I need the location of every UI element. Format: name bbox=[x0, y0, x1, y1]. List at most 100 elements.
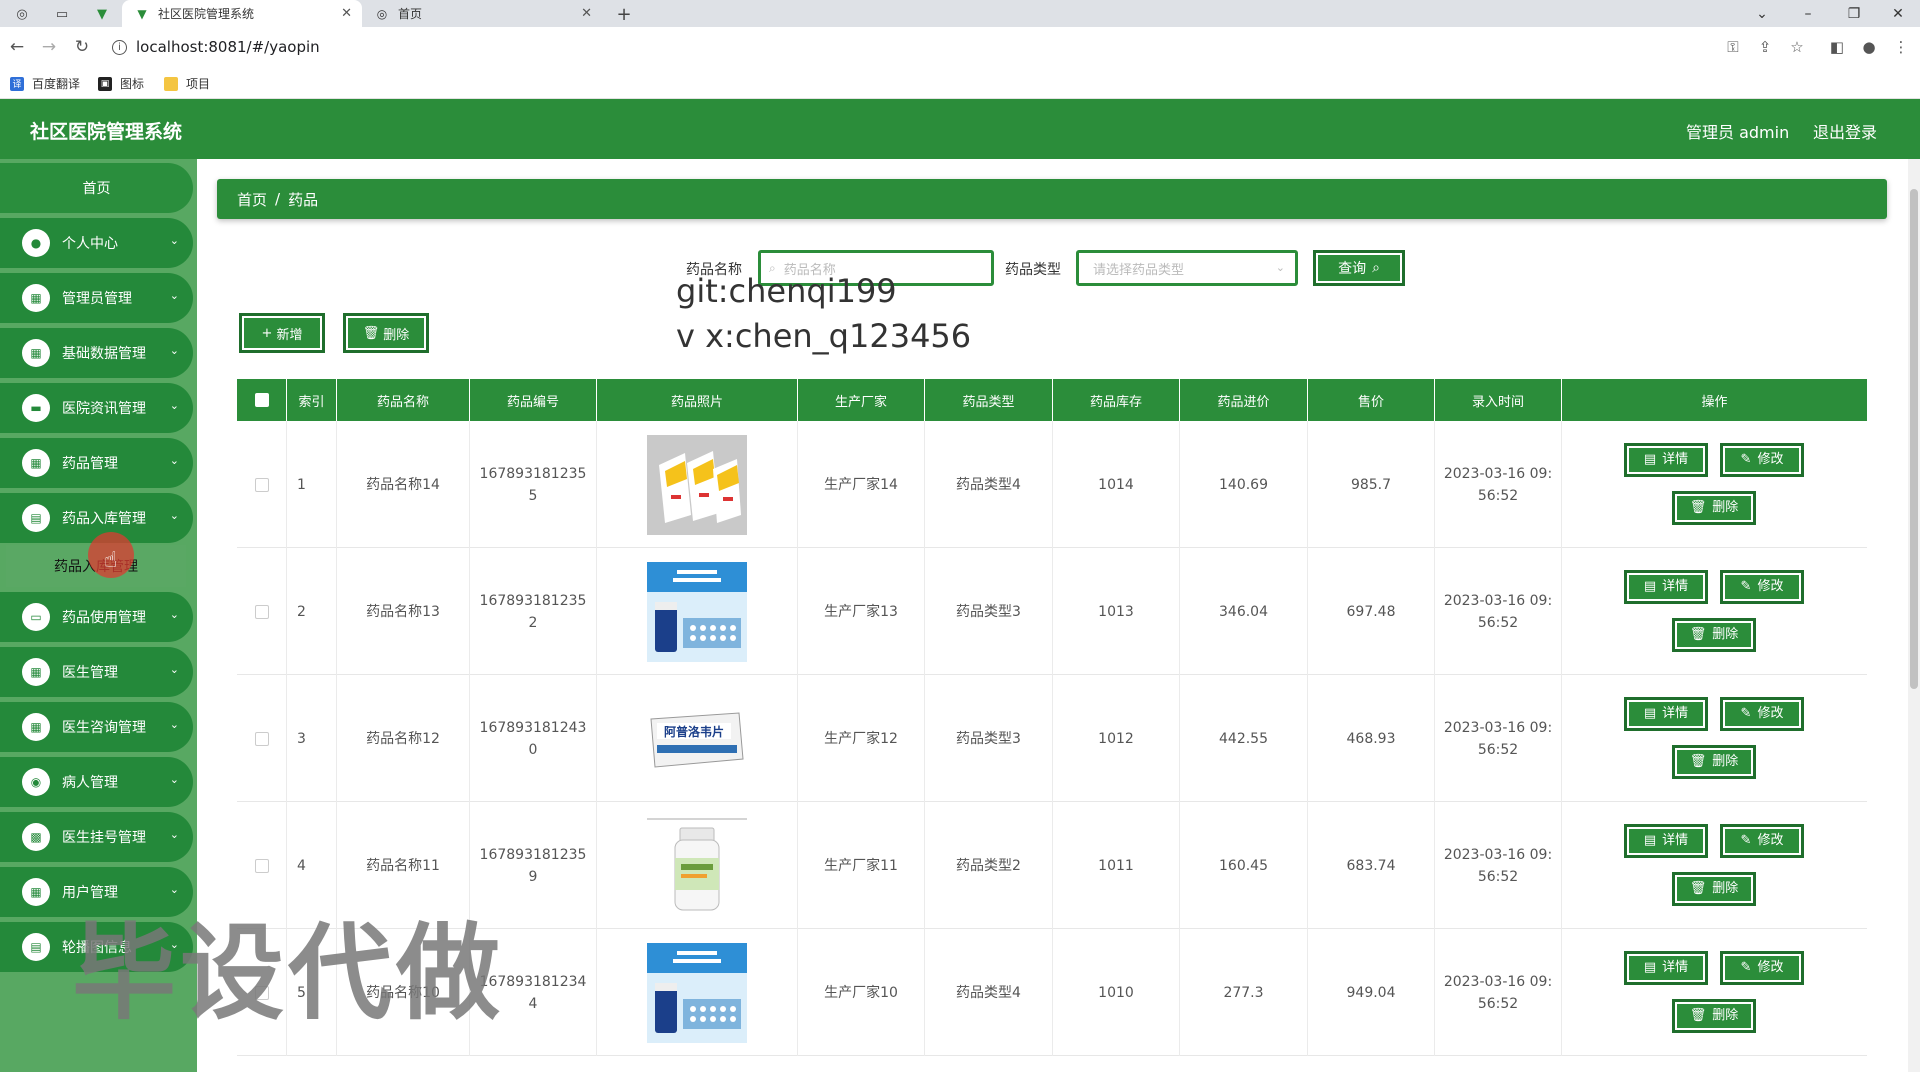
document-icon: ▤ bbox=[1643, 960, 1657, 975]
share-icon[interactable]: ⇪ bbox=[1754, 36, 1776, 58]
sidebar-item-personal[interactable]: ● 个人中心 ⌄ bbox=[0, 218, 193, 268]
watermark-wechat: v x:chen_q123456 bbox=[676, 317, 972, 355]
detail-button[interactable]: ▤ 详情 bbox=[1624, 697, 1708, 731]
cell-maker: 生产厂家10 bbox=[798, 929, 925, 1056]
chevron-down-icon: ⌄ bbox=[169, 718, 179, 731]
sidebar-item-home[interactable]: 首页 bbox=[0, 163, 193, 213]
row-checkbox[interactable] bbox=[254, 858, 269, 873]
detail-button[interactable]: ▤ 详情 bbox=[1624, 570, 1708, 604]
bookmarks-bar: 译 百度翻译 ▣ 图标 项目 bbox=[0, 67, 1920, 99]
app-title: 社区医院管理系统 bbox=[30, 121, 183, 143]
edit-button[interactable]: ✎ 修改 bbox=[1720, 570, 1804, 604]
breadcrumb-home[interactable]: 首页 bbox=[237, 189, 267, 210]
logout-link[interactable]: 退出登录 bbox=[1813, 119, 1877, 143]
pencil-icon: ✎ bbox=[1740, 579, 1752, 594]
minimize-icon[interactable]: – bbox=[1786, 0, 1830, 27]
cell-maker: 生产厂家13 bbox=[798, 548, 925, 675]
cell-index: 1 bbox=[287, 421, 337, 548]
code-line: 167893181243 bbox=[479, 719, 587, 736]
sidebar-item-consult[interactable]: ▦ 医生咨询管理 ⌄ bbox=[0, 702, 193, 752]
sidebar-item-news[interactable]: ▬ 医院资讯管理 ⌄ bbox=[0, 383, 193, 433]
time-line: 2023-03-16 09: bbox=[1443, 846, 1553, 863]
cell-price: 468.93 bbox=[1308, 675, 1435, 802]
cell-price: 683.74 bbox=[1308, 802, 1435, 929]
cell-operations: ▤ 详情 ✎ 修改 🗑 删除 bbox=[1562, 675, 1867, 802]
scrollbar[interactable] bbox=[1908, 159, 1920, 1072]
sidebar-item-drugs[interactable]: ▦ 药品管理 ⌄ bbox=[0, 438, 193, 488]
row-checkbox[interactable] bbox=[254, 477, 269, 492]
row-checkbox-cell bbox=[237, 548, 287, 675]
drug-photo[interactable] bbox=[647, 942, 747, 1043]
add-button[interactable]: + 新增 bbox=[239, 313, 325, 353]
delete-button[interactable]: 🗑 删除 bbox=[1672, 999, 1756, 1033]
delete-button[interactable]: 🗑 删除 bbox=[1672, 745, 1756, 779]
cell-photo bbox=[597, 421, 798, 548]
sidebar-item-admin[interactable]: ▦ 管理员管理 ⌄ bbox=[0, 273, 193, 323]
key-icon[interactable]: ⚿ bbox=[1722, 36, 1744, 58]
detail-button[interactable]: ▤ 详情 bbox=[1624, 443, 1708, 477]
cell-photo: 阿普洛韦片 bbox=[597, 675, 798, 802]
button-label: 删除 bbox=[383, 327, 410, 343]
document-icon: ▤ bbox=[1643, 452, 1657, 467]
reload-icon[interactable]: ↻ bbox=[71, 36, 93, 58]
blank-tab-icon[interactable]: ▭ bbox=[52, 4, 72, 24]
time-line: 56:52 bbox=[1477, 741, 1519, 758]
edit-button[interactable]: ✎ 修改 bbox=[1720, 951, 1804, 985]
tab-home[interactable]: ◎ 首页 ✕ bbox=[362, 0, 602, 27]
column-header: 药品编号 bbox=[470, 379, 597, 421]
close-icon[interactable]: ✕ bbox=[341, 6, 352, 21]
delete-button[interactable]: 🗑 删除 bbox=[1672, 872, 1756, 906]
cell-type: 药品类型3 bbox=[925, 548, 1053, 675]
profile-icon[interactable]: ● bbox=[1858, 36, 1880, 58]
info-icon[interactable]: i bbox=[112, 39, 127, 55]
grid-icon: ▦ bbox=[22, 878, 50, 906]
bookmark-translate[interactable]: 译 百度翻译 bbox=[10, 75, 80, 92]
delete-button[interactable]: 🗑 删除 bbox=[1672, 618, 1756, 652]
tab-active[interactable]: ▼ 社区医院管理系统 ✕ bbox=[122, 0, 362, 27]
detail-button[interactable]: ▤ 详情 bbox=[1624, 951, 1708, 985]
new-tab-icon[interactable]: + bbox=[614, 4, 634, 25]
drug-photo[interactable] bbox=[647, 434, 747, 535]
chevron-down-icon: ⌄ bbox=[169, 289, 179, 302]
select-all-checkbox[interactable] bbox=[237, 379, 287, 421]
bookmark-icons[interactable]: ▣ 图标 bbox=[98, 75, 144, 92]
sidebar-item-basedata[interactable]: ▦ 基础数据管理 ⌄ bbox=[0, 328, 193, 378]
cell-maker: 生产厂家11 bbox=[798, 802, 925, 929]
back-icon[interactable]: ← bbox=[6, 36, 28, 58]
url-field[interactable]: i localhost:8081/#/yaopin bbox=[112, 35, 320, 59]
cell-operations: ▤ 详情 ✎ 修改 🗑 删除 bbox=[1562, 421, 1867, 548]
edit-button[interactable]: ✎ 修改 bbox=[1720, 443, 1804, 477]
sidebar-item-patients[interactable]: ◉ 病人管理 ⌄ bbox=[0, 757, 193, 807]
vue-icon[interactable]: ▼ bbox=[92, 4, 112, 24]
row-checkbox[interactable] bbox=[254, 731, 269, 746]
detail-button[interactable]: ▤ 详情 bbox=[1624, 824, 1708, 858]
tab-title: 社区医院管理系统 bbox=[158, 7, 255, 21]
forward-icon[interactable]: → bbox=[38, 36, 60, 58]
restore-icon[interactable]: ❐ bbox=[1832, 0, 1876, 27]
row-checkbox[interactable] bbox=[254, 604, 269, 619]
drug-photo[interactable]: 阿普洛韦片 bbox=[647, 688, 747, 789]
batch-delete-button[interactable]: 🗑 删除 bbox=[343, 313, 429, 353]
bookmark-project[interactable]: 项目 bbox=[164, 75, 210, 92]
delete-button[interactable]: 🗑 删除 bbox=[1672, 491, 1756, 525]
sidebar-item-register[interactable]: ▩ 医生挂号管理 ⌄ bbox=[0, 812, 193, 862]
star-icon[interactable]: ☆ bbox=[1786, 36, 1808, 58]
drug-photo[interactable] bbox=[647, 815, 747, 916]
table-row: 2 药品名称13 167893181235 2 生产厂家13 药品类型3 1013 346.0… bbox=[237, 548, 1867, 675]
drug-photo[interactable] bbox=[647, 561, 747, 662]
sidebar-item-drug-usage[interactable]: ▭ 药品使用管理 ⌄ bbox=[0, 592, 193, 642]
close-icon[interactable]: ✕ bbox=[581, 6, 592, 21]
edit-button[interactable]: ✎ 修改 bbox=[1720, 824, 1804, 858]
sidebar-item-doctors[interactable]: ▦ 医生管理 ⌄ bbox=[0, 647, 193, 697]
scroll-thumb[interactable] bbox=[1910, 189, 1918, 689]
globe-icon[interactable]: ◎ bbox=[12, 4, 32, 24]
close-window-icon[interactable]: ✕ bbox=[1876, 0, 1920, 27]
query-button[interactable]: 查询 ⌕ bbox=[1313, 250, 1405, 286]
tab-list-icon[interactable]: ⌄ bbox=[1740, 0, 1784, 27]
edit-button[interactable]: ✎ 修改 bbox=[1720, 697, 1804, 731]
sidepanel-icon[interactable]: ◧ bbox=[1826, 36, 1848, 58]
drug-type-select[interactable]: 请选择药品类型 ⌄ bbox=[1076, 250, 1298, 286]
menu-icon[interactable]: ⋮ bbox=[1890, 36, 1912, 58]
cell-stock: 1012 bbox=[1053, 675, 1180, 802]
button-label: 详情 bbox=[1662, 960, 1689, 975]
